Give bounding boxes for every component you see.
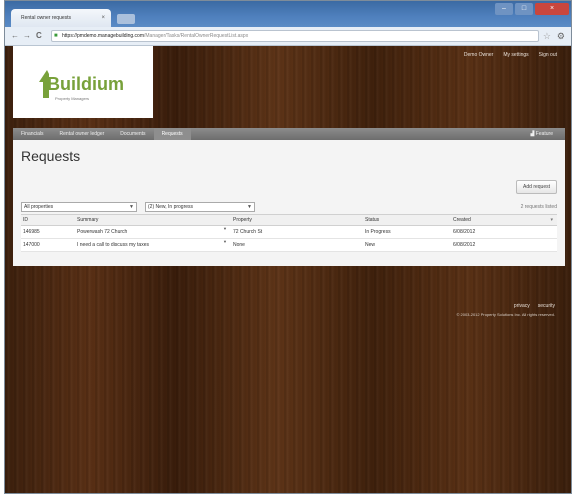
feature-link[interactable]: ▟ Feature [531,128,553,140]
user-link-account[interactable]: Demo Owner [464,52,493,58]
table-row[interactable]: 147000 I need a call to discuss my taxes… [21,239,557,252]
lock-icon: ■ [54,33,58,39]
requests-table: ID Summary Property Status Created ▾ 146… [21,214,557,252]
logo-subtitle: Property Managers [55,96,90,101]
sort-icon[interactable]: ▾ [550,215,553,225]
status-filter-select[interactable]: (2) New, In progress ▼ [145,202,255,212]
user-link-sign-out[interactable]: Sign out [539,52,557,58]
close-window-button[interactable]: × [535,3,569,15]
header-status[interactable]: Status [365,215,379,225]
nav-requests[interactable]: Requests [153,128,191,143]
logo-text: Buildium [47,74,124,94]
cell-summary[interactable]: I need a call to discuss my taxes [77,239,149,251]
chevron-down-icon[interactable]: ▼ [223,226,227,231]
tab-close-icon[interactable]: × [101,9,105,27]
bookmark-star-icon[interactable]: ☆ [543,30,551,42]
copyright: © 2003-2012 Property Solutions Inc. All … [456,312,555,317]
tab-title: Rental owner requests [21,15,72,21]
cell-status: New [365,242,376,248]
filter-bar: All properties ▼ (2) New, In progress ▼ … [21,202,557,212]
cell-id: 147000 [23,242,40,248]
user-link-settings[interactable]: My settings [503,52,528,58]
chevron-down-icon[interactable]: ▼ [223,239,227,244]
cell-property: None [233,242,245,248]
logo[interactable]: Buildium Property Managers [13,46,153,118]
cell-created: 6/08/2012 [453,229,476,235]
chevron-down-icon: ▼ [129,204,134,210]
maximize-button[interactable]: □ [515,3,533,15]
cell-status: In Progress [365,229,391,235]
requests-panel: Requests Add request All properties ▼ (2… [13,140,565,266]
table-header: ID Summary Property Status Created ▾ [21,214,557,226]
new-tab-button[interactable] [117,14,135,24]
cell-id: 146985 [23,229,40,235]
header-summary[interactable]: Summary [77,215,98,225]
main-nav: Financials Rental owner ledger Documents… [13,128,565,143]
address-bar[interactable]: ■ https://pmdemo.managebuilding.com/Mana… [51,30,539,42]
reload-icon[interactable]: C [36,30,42,42]
tab-strip: Rental owner requests × – □ × [5,1,571,27]
footer-link-privacy[interactable]: privacy [514,303,530,309]
minimize-button[interactable]: – [495,3,513,15]
url-host: https://pmdemo.managebuilding.com [62,33,144,39]
window-controls: – □ × [495,3,569,15]
status-filter-value: (2) New, In progress [148,204,194,210]
nav-financials[interactable]: Financials [13,128,52,140]
browser-toolbar: ← → C ■ https://pmdemo.managebuilding.co… [5,27,571,46]
forward-icon[interactable]: → [23,30,31,42]
cell-created: 6/08/2012 [453,242,476,248]
footer-link-security[interactable]: security [538,303,555,309]
back-icon[interactable]: ← [11,30,19,42]
result-count: 2 requests listed [520,204,557,210]
feature-label: Feature [535,131,553,137]
add-request-button[interactable]: Add request [516,180,557,194]
user-links: Demo Owner My settings Sign out [464,52,557,58]
browser-window: Rental owner requests × – □ × ← → C ■ ht… [4,0,572,494]
page-content: Buildium Property Managers Demo Owner My… [5,46,571,493]
table-row[interactable]: 146985 Powerwash 72 Church ▼ 72 Church S… [21,226,557,239]
wrench-icon[interactable]: ⚙ [557,30,565,42]
header-property[interactable]: Property [233,215,252,225]
footer-links: privacy security [514,303,555,309]
cell-summary[interactable]: Powerwash 72 Church [77,226,127,238]
cell-property: 72 Church St [233,229,263,235]
header-id[interactable]: ID [23,215,28,225]
page-title: Requests [21,148,81,164]
nav-rental-owner-ledger[interactable]: Rental owner ledger [52,128,113,140]
url-path: /Manager/Tasks/RentalOwnerRequestList.as… [144,33,249,39]
property-filter-value: All properties [24,204,54,210]
browser-tab[interactable]: Rental owner requests × [11,9,111,27]
nav-documents[interactable]: Documents [112,128,153,140]
chevron-down-icon: ▼ [247,204,252,210]
header-created[interactable]: Created [453,215,471,225]
property-filter-select[interactable]: All properties ▼ [21,202,137,212]
